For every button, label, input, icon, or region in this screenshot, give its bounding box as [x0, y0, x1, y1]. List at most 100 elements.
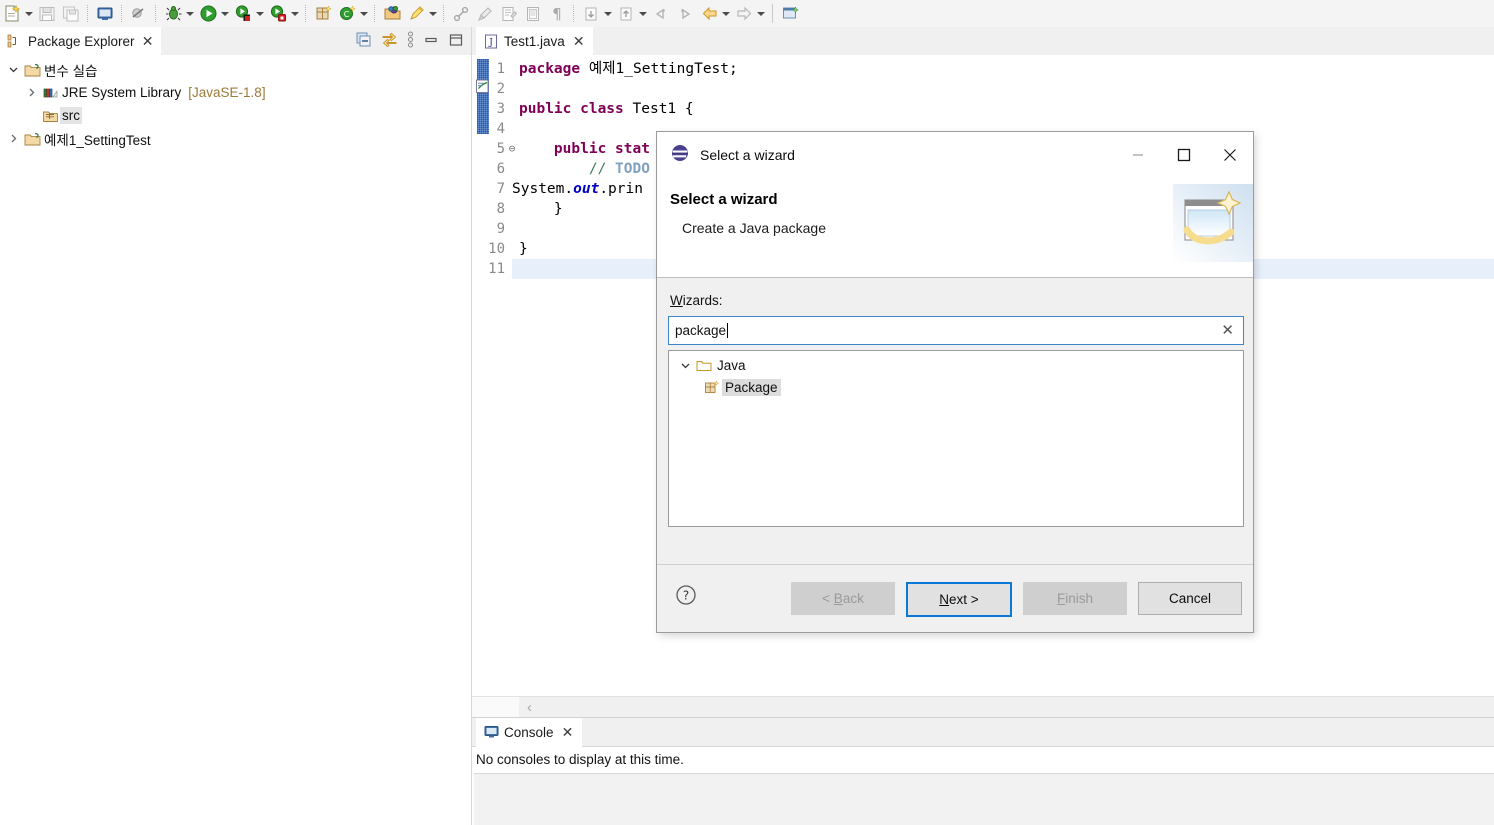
package-icon — [702, 379, 722, 395]
editor-horizontal-scrollbar[interactable]: ‹ — [519, 696, 1494, 717]
next-button[interactable]: Next > — [906, 582, 1012, 617]
debug-icon — [162, 3, 184, 25]
view-menu-icon[interactable] — [407, 31, 414, 51]
tree-item-jre-library[interactable]: JRE System Library [JavaSE-1.8] — [0, 81, 471, 104]
finish-button-label: Finish — [1056, 591, 1093, 606]
line-code: System.out.prin — [512, 181, 643, 197]
wizard-tree-label: Package — [722, 378, 781, 396]
wizards-label-rest: izards: — [682, 293, 723, 308]
maximize-icon[interactable] — [1161, 132, 1207, 177]
minimize-icon[interactable] — [1115, 132, 1161, 177]
tree-item-src[interactable]: src — [0, 104, 471, 127]
debug-dropdown-arrow[interactable] — [184, 3, 195, 25]
forward-navigation-icon — [733, 3, 755, 25]
fold-collapse-icon[interactable]: ⊖ — [506, 139, 518, 159]
console-message: No consoles to display at this time. — [476, 752, 684, 767]
new-java-class-icon: C — [336, 3, 358, 25]
forward-navigation-button — [732, 2, 767, 26]
new-wizard-button[interactable] — [0, 2, 35, 26]
wizard-tree-item-package[interactable]: Package — [669, 376, 1243, 398]
skip-breakpoints-icon — [128, 3, 150, 25]
dialog-header-title: Select a wizard — [670, 191, 778, 208]
scroll-left-icon[interactable]: ‹ — [527, 699, 532, 716]
line-code: public stat — [553, 141, 650, 157]
close-icon[interactable]: ✕ — [572, 34, 586, 48]
debug-button[interactable] — [161, 2, 196, 26]
forward-navigation-dropdown-arrow[interactable] — [755, 3, 766, 25]
toolbar-separator — [87, 5, 89, 22]
external-tools-dropdown-arrow[interactable] — [289, 3, 300, 25]
open-console-button[interactable] — [93, 2, 117, 26]
open-perspective-button[interactable] — [778, 2, 802, 26]
run-coverage-button[interactable] — [231, 2, 266, 26]
new-java-class-button[interactable]: C — [335, 2, 370, 26]
dialog-window-title: Select a wizard — [700, 146, 795, 163]
toolbar-separator — [374, 5, 376, 22]
back-navigation-button[interactable] — [697, 2, 732, 26]
tab-test1-java[interactable]: J Test1.java ✕ — [476, 27, 593, 56]
close-icon[interactable]: ✕ — [561, 725, 575, 739]
toolbar-separator — [573, 5, 575, 22]
package-explorer-tab-label: Package Explorer — [28, 33, 135, 49]
main-toolbar: C ¶ — [0, 0, 1494, 28]
external-tools-button[interactable] — [266, 2, 301, 26]
java-project-icon — [22, 62, 42, 78]
new-java-class-dropdown-arrow[interactable] — [358, 3, 369, 25]
run-dropdown-arrow[interactable] — [219, 3, 230, 25]
back-button-label: < Back — [822, 591, 864, 606]
toolbar-separator — [121, 5, 123, 22]
search-button[interactable] — [404, 2, 439, 26]
search-dropdown-arrow[interactable] — [427, 3, 438, 25]
eclipse-icon — [670, 143, 690, 166]
toolbar-separator — [305, 5, 307, 22]
new-wizard-icon — [1, 3, 23, 25]
tree-item-project-1[interactable]: 변수 실습 — [0, 58, 471, 81]
run-coverage-dropdown-arrow[interactable] — [254, 3, 265, 25]
maximize-icon[interactable] — [448, 32, 464, 51]
chevron-right-icon[interactable] — [22, 87, 40, 98]
java-project-icon — [22, 131, 42, 147]
back-navigation-dropdown-arrow[interactable] — [720, 3, 731, 25]
cancel-button-label: Cancel — [1168, 591, 1212, 606]
dialog-header: Select a wizard Create a Java package — [657, 177, 1253, 278]
collapse-all-icon[interactable] — [356, 32, 372, 51]
chevron-down-icon[interactable] — [677, 360, 694, 371]
link-with-editor-icon[interactable] — [381, 32, 398, 51]
tree-item-label: 변수 실습 — [44, 63, 98, 79]
tree-item-project-2[interactable]: 예제1_SettingTest — [0, 127, 471, 150]
minimize-icon[interactable] — [423, 32, 439, 51]
close-icon[interactable]: ✕ — [141, 34, 155, 48]
folder-icon — [694, 358, 714, 373]
clear-icon[interactable]: ✕ — [1221, 323, 1234, 338]
last-edit-location-button — [649, 2, 673, 26]
next-annotation-dropdown-arrow[interactable] — [637, 3, 648, 25]
link-icon — [450, 3, 472, 25]
wizard-search-value: package — [675, 323, 727, 338]
dialog-titlebar[interactable]: Select a wizard — [657, 132, 1253, 177]
chevron-right-icon[interactable] — [4, 133, 22, 144]
console-icon — [94, 3, 116, 25]
wizard-search-input[interactable]: package ✕ — [668, 316, 1244, 345]
new-java-package-button[interactable] — [311, 2, 335, 26]
open-type-icon — [381, 3, 403, 25]
java-file-icon: J — [483, 33, 499, 49]
open-perspective-icon — [779, 3, 801, 25]
cancel-button[interactable]: Cancel — [1138, 582, 1242, 615]
tab-package-explorer[interactable]: Package Explorer ✕ — [0, 27, 161, 56]
tab-console[interactable]: Console ✕ — [476, 718, 582, 747]
line-number: 8 — [496, 201, 505, 217]
svg-text:?: ? — [683, 589, 689, 603]
run-coverage-icon — [232, 3, 254, 25]
open-type-button[interactable] — [380, 2, 404, 26]
dialog-buttons: < Back Next > Finish Cancel — [791, 582, 1242, 617]
previous-annotation-dropdown-arrow[interactable] — [602, 3, 613, 25]
wizard-tree[interactable]: Java Package — [668, 350, 1244, 527]
chevron-down-icon[interactable] — [4, 64, 22, 75]
run-button[interactable] — [196, 2, 231, 26]
help-icon[interactable]: ? — [675, 584, 697, 609]
new-wizard-dropdown-arrow[interactable] — [23, 3, 34, 25]
previous-annotation-button — [579, 2, 614, 26]
tree-item-label: 예제1_SettingTest — [44, 132, 151, 148]
wizard-tree-item-java[interactable]: Java — [669, 354, 1243, 376]
close-icon[interactable] — [1207, 132, 1253, 177]
